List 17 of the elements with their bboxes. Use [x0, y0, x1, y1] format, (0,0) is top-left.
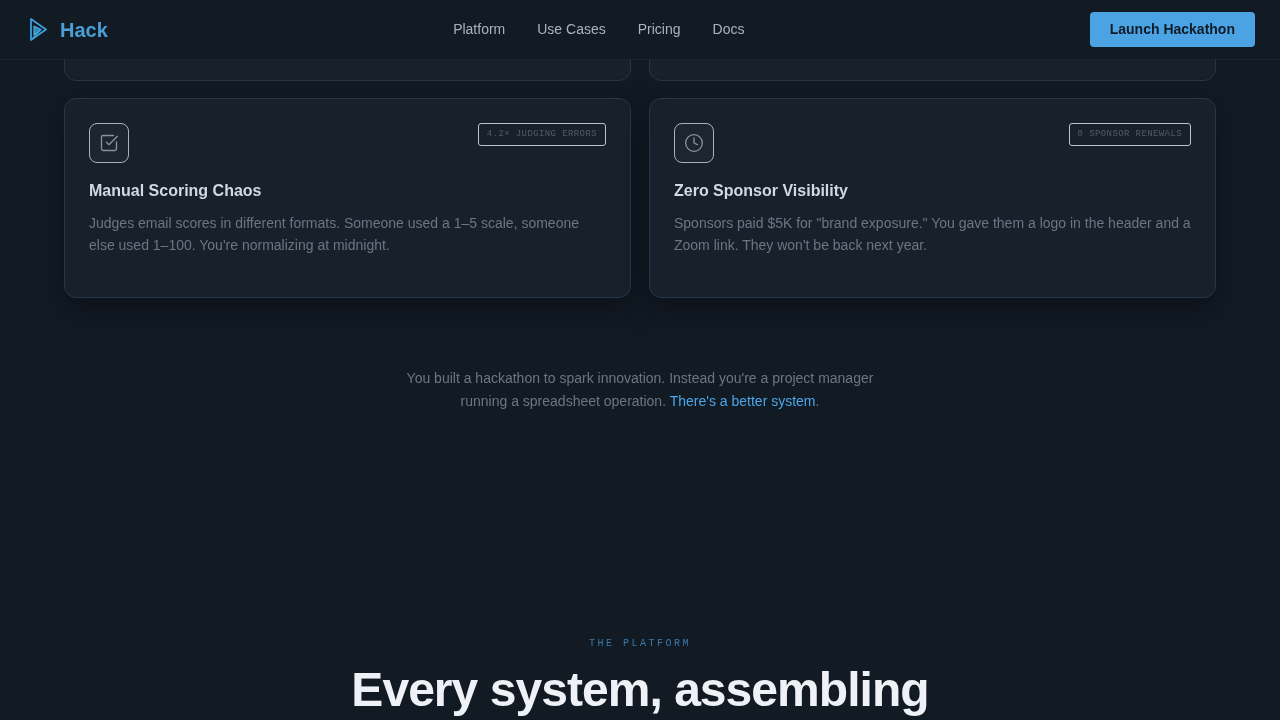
section-heading: Every system, assembling [351, 663, 929, 716]
card-title: Manual Scoring Chaos [89, 181, 263, 201]
card-title: Zero Sponsor Visibility [674, 181, 849, 201]
logo-text[interactable]: Hack [60, 14, 108, 45]
nav-link[interactable]: Use Cases [537, 19, 606, 40]
nav-link[interactable]: Platform [453, 19, 506, 40]
card-description: Judges email scores in different formats. Someone used a 1–5 scale, someone else used 1–100. You're normalizing at midnight. [89, 214, 580, 255]
section-eyebrow: THE PLATFORM [589, 638, 691, 650]
clock-icon [674, 123, 714, 163]
play-triangle-logo-icon [30, 18, 47, 41]
better-system-link[interactable]: There's a better system [669, 393, 816, 409]
nav-link[interactable]: Pricing [637, 19, 681, 40]
summary-text: You built a hackathon to spark innovation. Instead you're a project manager running a spreadsheet operation. There's a better system. [405, 369, 875, 411]
nav-link[interactable]: Docs [712, 19, 745, 40]
checkbox-icon [89, 123, 129, 163]
card-description: Sponsors paid $5K for "brand exposure." You gave them a logo in the header and a Zoom link. They won't be back next year. [674, 214, 1192, 255]
launch-hackathon-button[interactable]: Launch Hackathon [1089, 12, 1255, 47]
